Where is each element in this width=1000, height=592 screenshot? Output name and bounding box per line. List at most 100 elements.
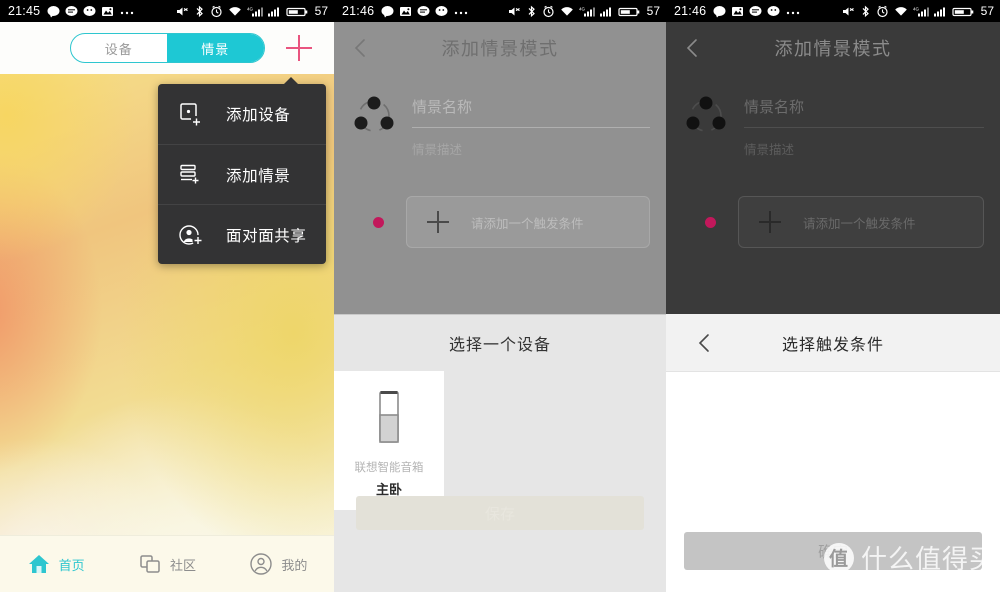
add-scene-icon — [178, 162, 204, 188]
photo-icon — [399, 5, 412, 18]
signal-2-icon — [933, 5, 947, 18]
plus-icon — [427, 211, 449, 233]
phone-screen-home: 21:45 4G 57 设备 情景 添加设备 添加情景 面对面共享 首页 社区 … — [0, 0, 334, 592]
scene-share-icon[interactable] — [350, 88, 406, 158]
select-device-title: 选择一个设备 — [448, 337, 551, 354]
mute-icon — [841, 5, 855, 18]
nav-item-profile[interactable]: 我的 — [223, 552, 334, 576]
scene-form-row-2: 情景名称 情景描述 — [334, 88, 666, 158]
nav-label-profile: 我的 — [281, 557, 308, 573]
signal-2-icon — [267, 5, 281, 18]
segmented-control[interactable]: 设备 情景 — [69, 33, 265, 63]
face-to-face-share-icon — [178, 222, 204, 248]
select-trigger-title: 选择触发条件 — [781, 336, 884, 354]
screenshot-stage: 21:45 4G 57 设备 情景 添加设备 添加情景 面对面共享 首页 社区 … — [0, 0, 1000, 592]
menu-label-face-share: 面对面共享 — [226, 227, 307, 245]
scene-name-input[interactable]: 情景名称 — [412, 88, 650, 128]
photo-icon — [101, 5, 114, 18]
scene-fields-2: 情景名称 情景描述 — [406, 88, 650, 158]
svg-text:4G: 4G — [913, 6, 919, 11]
chat-bubble-icon — [381, 5, 394, 18]
battery-percent-3: 57 — [980, 4, 994, 18]
add-trigger-button[interactable]: 请添加一个触发条件 — [738, 196, 984, 248]
scene-desc-input[interactable]: 情景描述 — [412, 128, 650, 158]
back-chevron-icon[interactable] — [350, 37, 372, 59]
dimmed-scene-editor-3: 添加情景模式 情景名称 情景描述 请添加一个触发条件 — [666, 22, 1000, 314]
smart-speaker-icon — [372, 387, 406, 447]
status-right-icons: 4G 57 — [175, 4, 328, 18]
chat-bubble-icon — [47, 5, 60, 18]
add-plus-button[interactable] — [286, 35, 312, 61]
bluetooth-icon — [860, 5, 871, 18]
scene-form-row-3: 情景名称 情景描述 — [666, 88, 1000, 158]
tab-devices[interactable]: 设备 — [71, 34, 168, 62]
menu-item-add-device[interactable]: 添加设备 — [158, 84, 326, 144]
status-bar: 21:45 4G 57 — [0, 0, 334, 22]
status-bar-2: 21:46 4G 57 — [334, 0, 666, 22]
profile-icon — [249, 552, 273, 576]
add-trigger-button[interactable]: 请添加一个触发条件 — [406, 196, 650, 248]
status-left-icons-2 — [381, 5, 469, 18]
alarm-icon — [542, 5, 555, 18]
alarm-icon — [210, 5, 223, 18]
plus-icon — [759, 211, 781, 233]
save-button[interactable]: 保存 — [356, 496, 644, 530]
tab-scenes[interactable]: 情景 — [167, 34, 264, 62]
scene-form-3: 情景名称 情景描述 请添加一个触发条件 — [666, 74, 1000, 248]
chat-bubble-icon — [713, 5, 726, 18]
message-icon — [749, 5, 762, 18]
confirm-button[interactable]: 确定 — [684, 532, 982, 570]
status-right-icons-3: 4G 57 — [841, 4, 994, 18]
wechat-icon — [435, 5, 448, 18]
select-trigger-sheet: 选择触发条件 确定 值 什么值得买 — [666, 314, 1000, 592]
phone-screen-select-trigger: 21:46 4G 57 添加情景模式 情景名称 情景描述 请添加一个触发条件 选… — [666, 0, 1000, 592]
device-grid: 联想智能音箱 主卧 — [334, 371, 666, 510]
scene-desc-input[interactable]: 情景描述 — [744, 128, 984, 158]
phone-screen-select-device: 21:46 4G 57 添加情景模式 情景名称 情景描述 请添加一个触发条件 选… — [334, 0, 666, 592]
wifi-icon — [560, 5, 574, 18]
select-device-sheet: 选择一个设备 联想智能音箱 主卧 保存 — [334, 314, 666, 592]
signal-1-icon: 4G — [247, 5, 263, 18]
scene-form-2: 情景名称 情景描述 请添加一个触发条件 — [334, 74, 666, 248]
mute-icon — [175, 5, 189, 18]
signal-1-icon: 4G — [913, 5, 929, 18]
mute-icon — [507, 5, 521, 18]
message-icon — [417, 5, 430, 18]
navbar-2: 添加情景模式 — [334, 22, 666, 74]
navbar-title-3: 添加情景模式 — [774, 39, 892, 59]
menu-item-face-share[interactable]: 面对面共享 — [158, 204, 326, 264]
status-right-icons-2: 4G 57 — [507, 4, 660, 18]
scene-share-icon[interactable] — [682, 88, 738, 158]
nav-item-home[interactable]: 首页 — [0, 552, 111, 576]
more-dots-icon — [119, 5, 135, 18]
back-chevron-icon[interactable] — [682, 37, 704, 59]
wifi-icon — [894, 5, 908, 18]
nav-item-community[interactable]: 社区 — [111, 552, 222, 576]
status-time-2: 21:46 — [342, 4, 375, 18]
bottom-nav: 首页 社区 我的 — [0, 535, 334, 592]
battery-icon — [286, 5, 308, 18]
select-trigger-header: 选择触发条件 — [666, 314, 1000, 372]
back-chevron-icon[interactable] — [694, 332, 716, 354]
add-dropdown-menu[interactable]: 添加设备 添加情景 面对面共享 — [158, 77, 326, 264]
battery-icon — [618, 5, 640, 18]
svg-text:4G: 4G — [579, 6, 585, 11]
battery-percent-2: 57 — [646, 4, 660, 18]
device-brand: 联想智能音箱 — [354, 462, 424, 474]
navbar-title-2: 添加情景模式 — [441, 39, 559, 59]
device-card[interactable]: 联想智能音箱 主卧 — [334, 371, 444, 510]
home-topbar: 设备 情景 — [0, 22, 334, 74]
menu-item-add-scene[interactable]: 添加情景 — [158, 144, 326, 204]
signal-2-icon — [599, 5, 613, 18]
photo-icon — [731, 5, 744, 18]
bluetooth-icon — [194, 5, 205, 18]
trigger-row-2: 请添加一个触发条件 — [334, 196, 666, 248]
battery-percent: 57 — [314, 4, 328, 18]
trigger-dot-marker — [682, 216, 738, 228]
trigger-row-3: 请添加一个触发条件 — [666, 196, 1000, 248]
battery-icon — [952, 5, 974, 18]
scene-name-input[interactable]: 情景名称 — [744, 88, 984, 128]
more-dots-icon — [453, 5, 469, 18]
community-icon — [138, 552, 162, 576]
add-trigger-label: 请添加一个触发条件 — [803, 216, 916, 231]
